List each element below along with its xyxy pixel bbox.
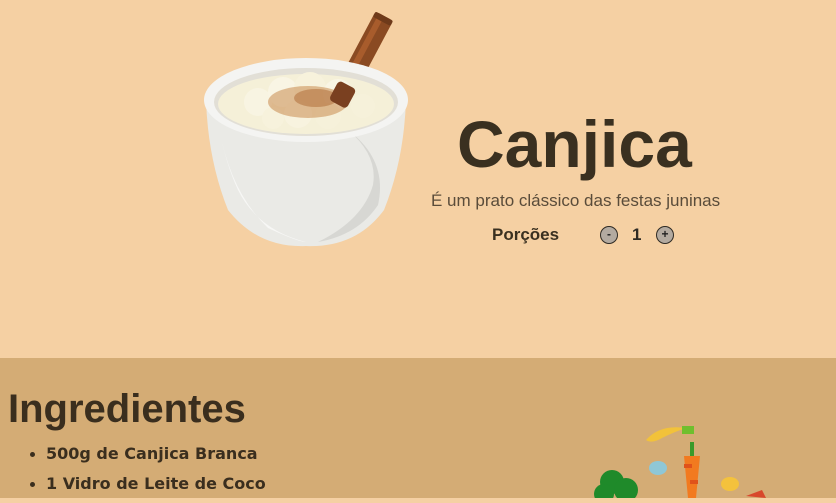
ingredients-list: 500g de Canjica Branca 1 Vidro de Leite … bbox=[28, 442, 266, 502]
portions-label: Porções bbox=[492, 225, 560, 244]
ingredients-title: Ingredientes bbox=[8, 387, 246, 431]
increment-portions-button[interactable]: + bbox=[656, 226, 674, 244]
rice-pudding-bowl-image bbox=[198, 10, 418, 250]
portions-value: 1 bbox=[632, 225, 642, 244]
ingredient-item: 500g de Canjica Branca bbox=[28, 442, 266, 472]
hero-section: Canjica É um prato clássico das festas j… bbox=[0, 0, 836, 358]
recipe-subtitle: É um prato clássico das festas juninas bbox=[431, 191, 721, 210]
recipe-title: Canjica bbox=[457, 107, 692, 181]
decrement-portions-button[interactable]: - bbox=[600, 226, 618, 244]
vegetables-illustration bbox=[590, 420, 770, 503]
